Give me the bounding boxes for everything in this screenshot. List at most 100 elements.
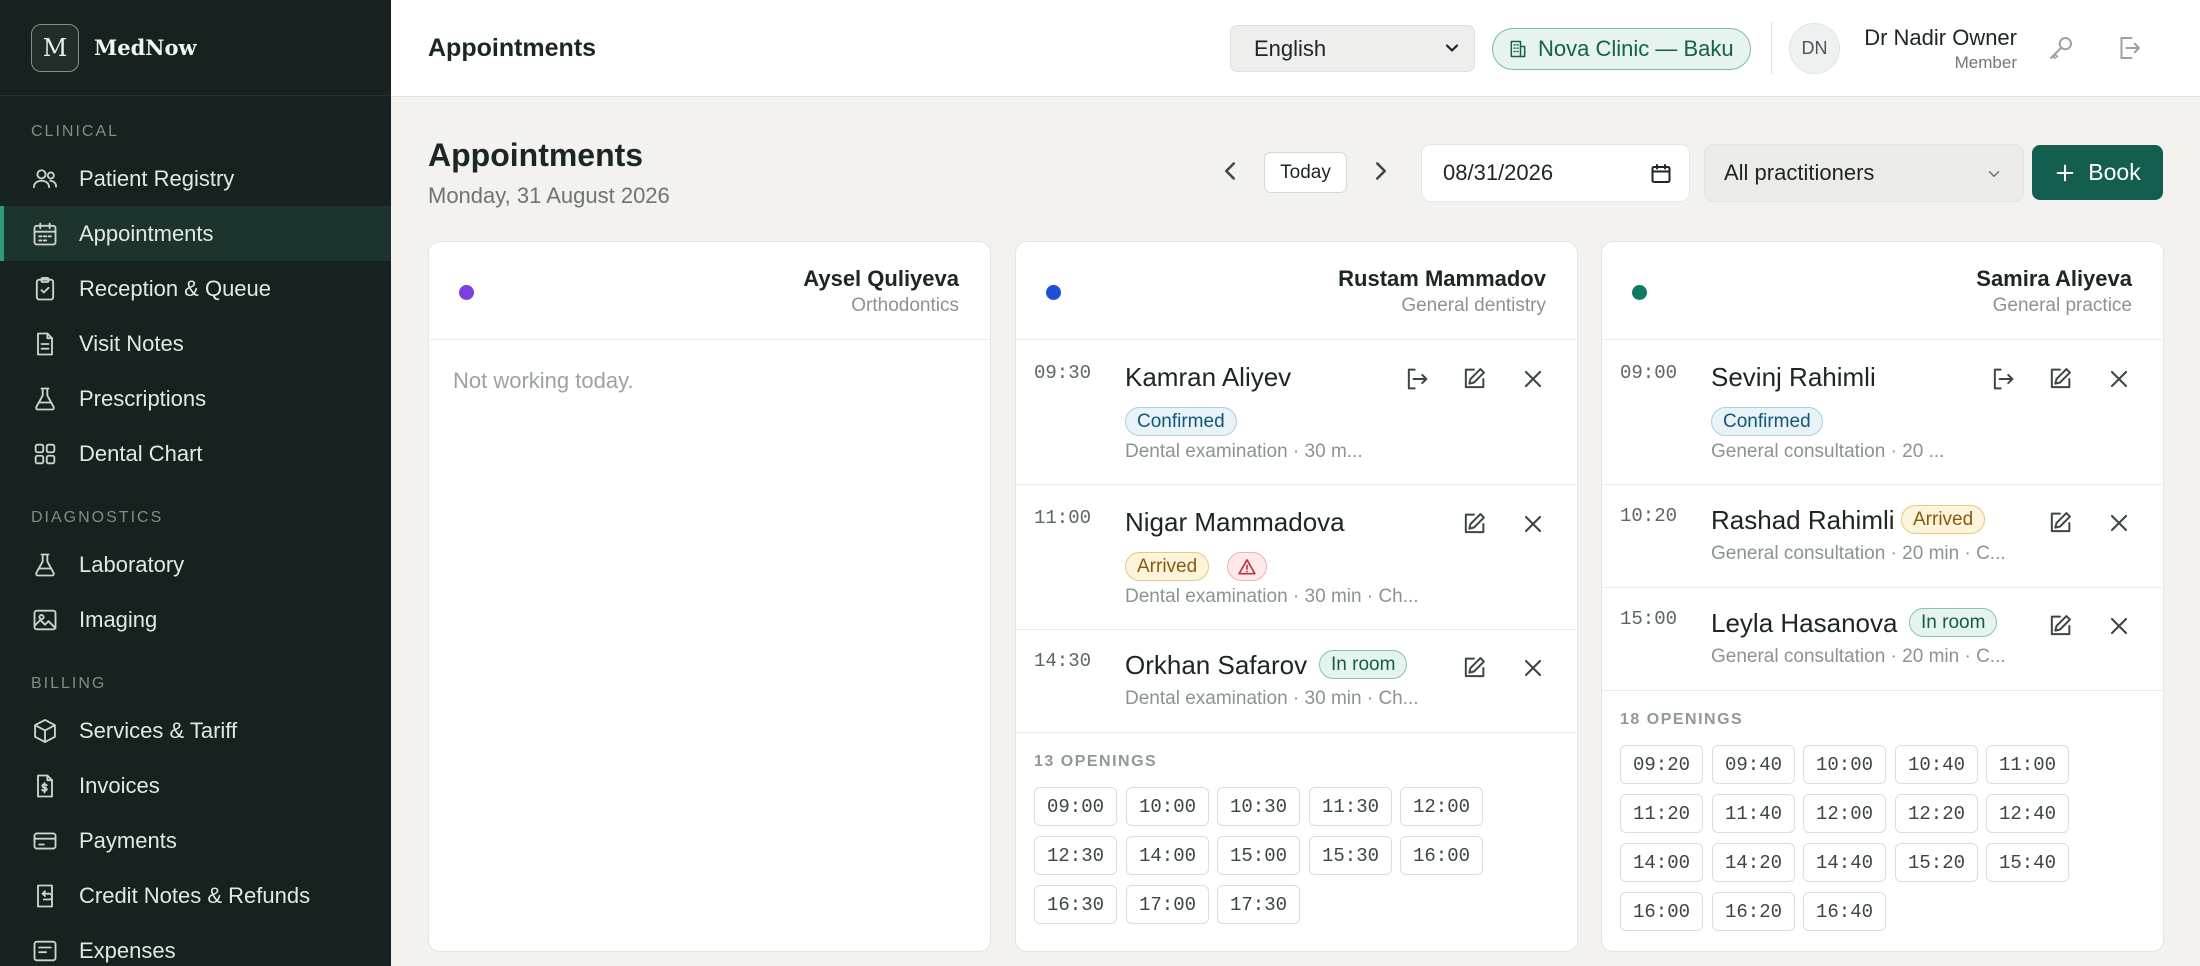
patient-name[interactable]: Rashad Rahimli [1711, 505, 1895, 536]
slot-button[interactable]: 09:00 [1034, 787, 1117, 826]
appointment-meta: General consultation · 20 min · C... [1711, 646, 2006, 667]
check-in-icon[interactable] [1989, 365, 2017, 393]
appointment-time: 14:30 [1034, 650, 1092, 672]
language-select[interactable]: English [1230, 25, 1475, 72]
avatar[interactable]: DN [1789, 23, 1840, 74]
refund-icon [37, 884, 53, 907]
practitioner-select[interactable]: All practitioners [1704, 144, 2024, 202]
nav-section-clinical: CLINICAL [31, 123, 120, 140]
slot-button[interactable]: 14:20 [1712, 843, 1795, 882]
slot-button[interactable]: 15:20 [1895, 843, 1978, 882]
sidebar-item-dental-chart[interactable]: Dental Chart [0, 426, 391, 481]
appointment-card[interactable]: 11:00 Nigar Mammadova Arrived Dental exa… [1016, 485, 1577, 630]
patient-name[interactable]: Nigar Mammadova [1125, 507, 1345, 538]
calendar-icon[interactable] [1649, 162, 1673, 186]
slot-button[interactable]: 10:00 [1803, 745, 1886, 784]
book-button[interactable]: Book [2032, 145, 2163, 200]
edit-icon[interactable] [1460, 365, 1488, 393]
slot-button[interactable]: 10:00 [1126, 787, 1209, 826]
practitioner-specialty: Orthodontics [851, 295, 959, 316]
slot-button[interactable]: 11:00 [1986, 745, 2069, 784]
chevron-left-icon[interactable] [1215, 156, 1245, 186]
sidebar-item-imaging[interactable]: Imaging [0, 592, 391, 647]
slot-button[interactable]: 15:40 [1986, 843, 2069, 882]
edit-icon[interactable] [2046, 612, 2074, 640]
slot-button[interactable]: 15:00 [1217, 836, 1300, 875]
slot-button[interactable]: 16:20 [1712, 892, 1795, 931]
slot-button[interactable]: 11:20 [1620, 794, 1703, 833]
slot-button[interactable]: 11:40 [1712, 794, 1795, 833]
sidebar-item-services-tariff[interactable]: Services & Tariff [0, 703, 391, 758]
slot-button[interactable]: 12:00 [1400, 787, 1483, 826]
sidebar-item-expenses[interactable]: Expenses [0, 923, 391, 966]
check-in-icon[interactable] [1403, 365, 1431, 393]
today-button[interactable]: Today [1264, 152, 1347, 193]
appointment-card[interactable]: 15:00 Leyla Hasanova In room General con… [1602, 588, 2163, 691]
slot-button[interactable]: 16:00 [1620, 892, 1703, 931]
card-icon [33, 831, 57, 850]
slot-button[interactable]: 09:20 [1620, 745, 1703, 784]
sidebar-item-visit-notes[interactable]: Visit Notes [0, 316, 391, 371]
patient-name[interactable]: Leyla Hasanova [1711, 608, 1897, 639]
sidebar-item-prescriptions[interactable]: Prescriptions [0, 371, 391, 426]
patient-name[interactable]: Orkhan Safarov [1125, 650, 1307, 681]
chevron-right-icon[interactable] [1366, 156, 1396, 186]
page-title: Appointments [428, 137, 644, 173]
edit-icon[interactable] [2046, 365, 2074, 393]
clinic-badge[interactable]: Nova Clinic — Baku [1492, 28, 1751, 70]
appointment-card[interactable]: 09:00 Sevinj Rahimli Confirmed General c… [1602, 340, 2163, 485]
sidebar-item-label: Laboratory [79, 551, 185, 577]
slot-button[interactable]: 10:40 [1895, 745, 1978, 784]
appointment-card[interactable]: 09:30 Kamran Aliyev Confirmed Dental exa… [1016, 340, 1577, 485]
slot-button[interactable]: 17:00 [1126, 885, 1209, 924]
slot-button[interactable]: 15:30 [1309, 836, 1392, 875]
slot-button[interactable]: 09:40 [1712, 745, 1795, 784]
patient-name[interactable]: Sevinj Rahimli [1711, 362, 1876, 393]
slot-button[interactable]: 10:30 [1217, 787, 1300, 826]
slot-button[interactable]: 16:00 [1400, 836, 1483, 875]
slot-button[interactable]: 12:30 [1034, 836, 1117, 875]
slot-button[interactable]: 16:40 [1803, 892, 1886, 931]
slot-button[interactable]: 11:30 [1309, 787, 1392, 826]
close-icon[interactable] [2105, 365, 2133, 393]
sidebar-item-reception-queue[interactable]: Reception & Queue [0, 261, 391, 316]
edit-icon[interactable] [1460, 510, 1488, 538]
appointment-card[interactable]: 10:20 Rashad Rahimli Arrived General con… [1602, 485, 2163, 588]
invoice-icon [37, 774, 53, 797]
slot-button[interactable]: 14:40 [1803, 843, 1886, 882]
date-input[interactable]: 08/31/2026 [1421, 144, 1690, 202]
close-icon[interactable] [2105, 612, 2133, 640]
close-icon[interactable] [1519, 510, 1547, 538]
close-icon[interactable] [1519, 365, 1547, 393]
slot-button[interactable]: 16:30 [1034, 885, 1117, 924]
practitioner-name: Aysel Quliyeva [803, 266, 959, 291]
column-header: Samira Aliyeva General practice [1602, 242, 2163, 340]
slot-button[interactable]: 12:40 [1986, 794, 2069, 833]
sidebar-item-laboratory[interactable]: Laboratory [0, 537, 391, 592]
close-icon[interactable] [2105, 509, 2133, 537]
slot-button[interactable]: 17:30 [1217, 885, 1300, 924]
image-icon [33, 609, 57, 630]
edit-icon[interactable] [1460, 654, 1488, 682]
close-icon[interactable] [1519, 654, 1547, 682]
status-badge: Arrived [1901, 505, 1986, 534]
slot-button[interactable]: 12:00 [1803, 794, 1886, 833]
practitioner-column: Samira Aliyeva General practice 09:00 Se… [1601, 241, 2164, 952]
nav-section-billing: BILLING [31, 675, 107, 692]
sidebar-item-invoices[interactable]: Invoices [0, 758, 391, 813]
sidebar-item-credit-notes-refunds[interactable]: Credit Notes & Refunds [0, 868, 391, 923]
key-icon[interactable] [2046, 33, 2076, 63]
logout-icon[interactable] [2114, 33, 2144, 63]
sidebar-item-patient-registry[interactable]: Patient Registry [0, 151, 391, 206]
user-role: Member [1954, 53, 2017, 72]
slot-button[interactable]: 14:00 [1620, 843, 1703, 882]
slot-button[interactable]: 12:20 [1895, 794, 1978, 833]
sidebar-item-payments[interactable]: Payments [0, 813, 391, 868]
slot-button[interactable]: 14:00 [1126, 836, 1209, 875]
sidebar-item-appointments[interactable]: Appointments [0, 206, 391, 261]
patient-name[interactable]: Kamran Aliyev [1125, 362, 1291, 393]
appointment-card[interactable]: 14:30 Orkhan Safarov In room Dental exam… [1016, 630, 1577, 733]
appointment-meta: Dental examination · 30 min · Ch... [1125, 688, 1419, 709]
status-badge: In room [1319, 650, 1408, 679]
edit-icon[interactable] [2046, 509, 2074, 537]
